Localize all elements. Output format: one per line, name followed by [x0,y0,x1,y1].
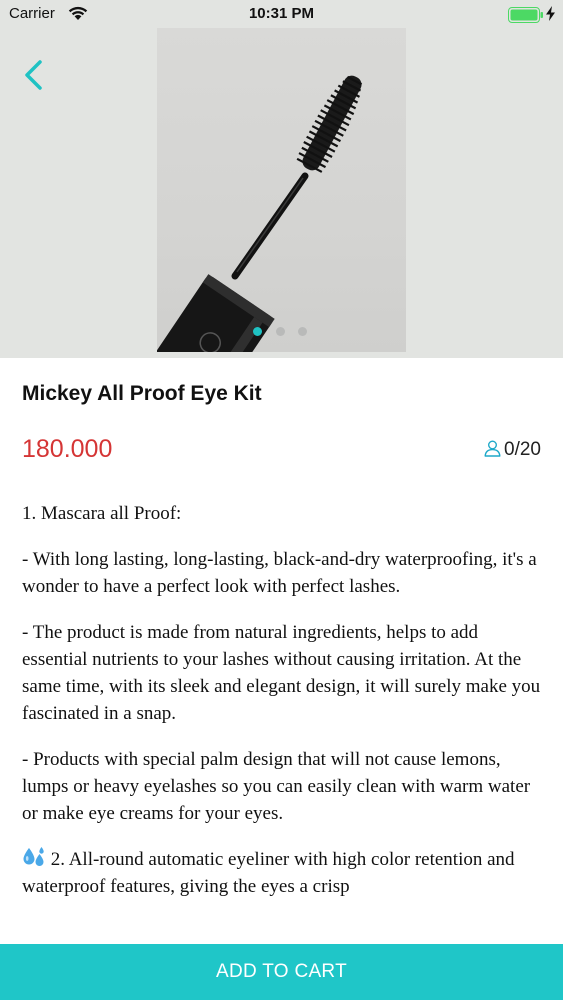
description-text: 2. All-round automatic eyeliner with hig… [22,849,515,897]
pager-dot[interactable] [298,327,307,336]
clock: 10:31 PM [248,5,315,22]
description-paragraph: - Products with special palm design that… [22,749,531,824]
back-button[interactable] [18,56,54,96]
stock-counter: 0/20 [484,438,541,461]
mascara-illustration [157,75,363,352]
status-bar: Carrier 10:31 PM [0,0,563,28]
description-paragraph: 1. Mascara all Proof: [22,503,182,524]
pager-dot-active[interactable] [253,327,262,336]
image-pager[interactable] [253,327,313,337]
description-paragraph: - The product is made from natural ingre… [22,622,541,724]
charging-bolt-icon [546,6,555,21]
product-photo [157,28,406,352]
product-description[interactable]: 1. Mascara all Proof: - With long lastin… [22,500,542,943]
droplets-icon [23,847,44,866]
product-title: Mickey All Proof Eye Kit [22,382,262,405]
description-paragraph-eyeliner: 2. All-round automatic eyeliner with hig… [22,846,542,900]
product-image-gallery[interactable]: Carrier 10:31 PM [0,0,563,358]
description-paragraph: - With long lasting, long-lasting, black… [22,549,537,597]
product-price: 180.000 [22,435,113,463]
stock-value: 0/20 [504,439,541,460]
battery-icon [508,7,543,23]
user-icon [484,440,501,457]
add-to-cart-button[interactable]: ADD TO CART [0,944,563,1000]
pager-dot[interactable] [276,327,285,336]
chevron-left-icon [25,60,42,90]
